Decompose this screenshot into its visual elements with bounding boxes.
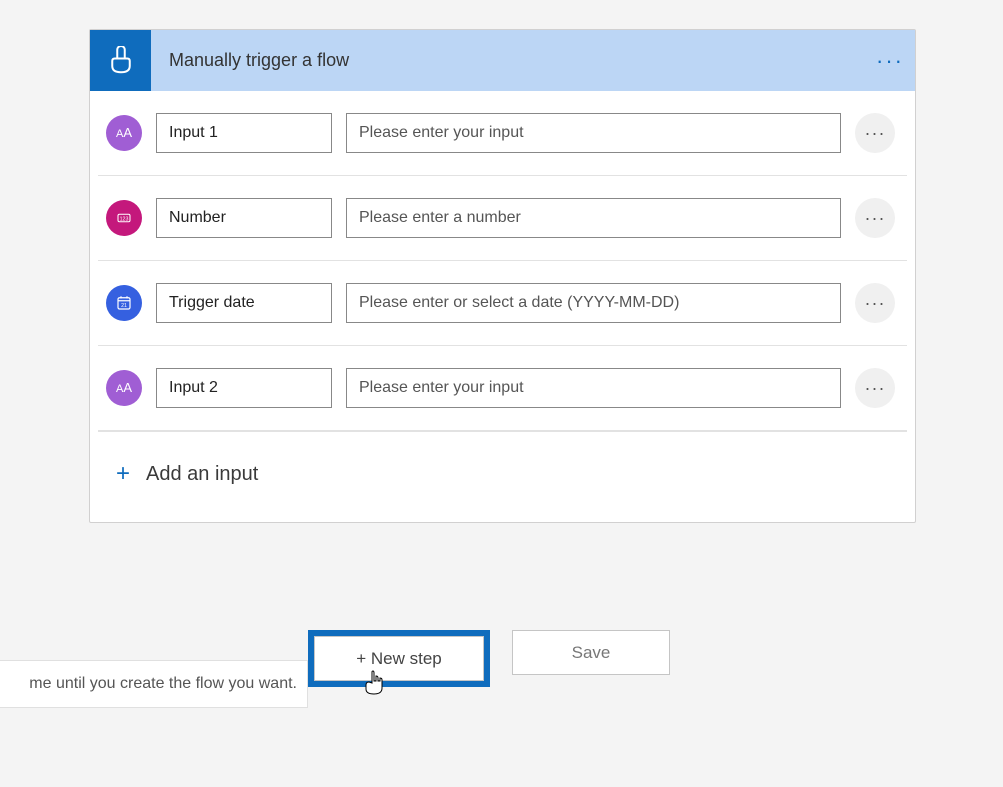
trigger-card-header[interactable]: Manually trigger a flow ··· (90, 30, 915, 91)
input-more-button[interactable]: ··· (855, 368, 895, 408)
number-type-icon: 123 (106, 200, 142, 236)
plus-icon: + (356, 649, 371, 669)
add-input-label: Add an input (146, 463, 258, 486)
trigger-more-button[interactable]: ··· (865, 30, 915, 91)
text-type-icon: AA (106, 115, 142, 151)
svg-text:123: 123 (120, 216, 129, 222)
new-step-button[interactable]: + New step (314, 636, 484, 681)
flow-designer-canvas: Manually trigger a flow ··· AA ··· 123 ·… (0, 0, 1003, 787)
input-description-field[interactable] (346, 198, 841, 238)
hint-text: me until you create the flow you want. (29, 675, 297, 693)
trigger-icon (90, 30, 151, 91)
new-step-highlight: + New step (308, 630, 490, 687)
trigger-card-body: AA ··· 123 ··· 21 ··· (90, 91, 915, 522)
input-name-field[interactable] (156, 283, 332, 323)
input-more-button[interactable]: ··· (855, 283, 895, 323)
input-name-field[interactable] (156, 368, 332, 408)
input-description-field[interactable] (346, 113, 841, 153)
input-row: 123 ··· (98, 176, 907, 261)
input-row: AA ··· (98, 91, 907, 176)
save-label: Save (572, 643, 611, 663)
add-input-button[interactable]: + Add an input (98, 431, 907, 522)
date-type-icon: 21 (106, 285, 142, 321)
input-row: 21 ··· (98, 261, 907, 346)
input-description-field[interactable] (346, 368, 841, 408)
input-name-field[interactable] (156, 198, 332, 238)
trigger-card: Manually trigger a flow ··· AA ··· 123 ·… (89, 29, 916, 523)
hint-tooltip: me until you create the flow you want. (0, 660, 308, 708)
svg-text:21: 21 (121, 303, 127, 309)
input-description-field[interactable] (346, 283, 841, 323)
text-type-icon: AA (106, 370, 142, 406)
trigger-title: Manually trigger a flow (151, 50, 865, 71)
input-more-button[interactable]: ··· (855, 198, 895, 238)
plus-icon: + (116, 460, 130, 488)
save-button[interactable]: Save (512, 630, 670, 675)
input-row: AA ··· (98, 346, 907, 431)
input-more-button[interactable]: ··· (855, 113, 895, 153)
new-step-label: New step (371, 649, 442, 669)
input-name-field[interactable] (156, 113, 332, 153)
footer-actions: + New step Save (308, 630, 670, 687)
